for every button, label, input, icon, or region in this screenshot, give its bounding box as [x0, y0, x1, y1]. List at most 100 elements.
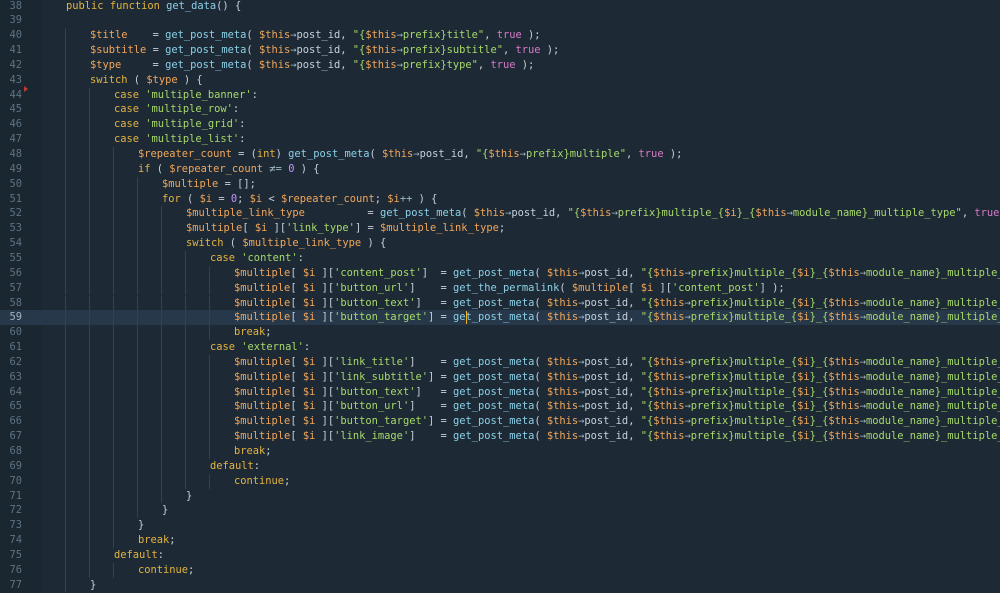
- code-line[interactable]: 69 default:: [0, 458, 1000, 474]
- code-text[interactable]: case 'content':: [210, 251, 304, 266]
- code-text[interactable]: $multiple[ $i ]['link_title'] = get_post…: [234, 355, 1000, 370]
- code-text[interactable]: case 'multiple_list':: [114, 132, 245, 147]
- code-text[interactable]: }: [162, 503, 168, 518]
- code-text[interactable]: switch ( $type ) {: [90, 73, 203, 88]
- code-token: (: [246, 58, 259, 71]
- code-token: get_post_meta: [453, 385, 535, 398]
- line-number: 50: [9, 177, 22, 190]
- code-text[interactable]: switch ( $multiple_link_type ) {: [186, 236, 386, 251]
- code-text[interactable]: default:: [210, 459, 260, 474]
- code-line[interactable]: 50 $multiple = [];: [0, 176, 1000, 192]
- code-text[interactable]: $multiple[ $i ]['content_post'] = get_po…: [234, 266, 1000, 281]
- code-text[interactable]: if ( $repeater_count ≠= 0 ) {: [138, 162, 319, 177]
- code-text[interactable]: case 'multiple_banner':: [114, 88, 258, 103]
- code-line[interactable]: 76 continue;: [0, 562, 1000, 578]
- code-line[interactable]: 67 $multiple[ $i ]['link_image'] = get_po…: [0, 429, 1000, 444]
- code-text[interactable]: $multiple = [];: [162, 177, 256, 192]
- code-line[interactable]: 56 $multiple[ $i ]['content_post'] = get_…: [0, 265, 1000, 281]
- code-text[interactable]: }: [90, 578, 96, 593]
- code-line[interactable]: 59 $multiple[ $i ]['button_target'] = get…: [0, 310, 1000, 326]
- code-line[interactable]: 55 case 'content':: [0, 250, 1000, 266]
- code-text[interactable]: public function get_data() {: [66, 0, 241, 13]
- code-line[interactable]: 75 default:: [0, 547, 1000, 563]
- code-text[interactable]: default:: [114, 548, 164, 563]
- code-token: $this: [653, 296, 685, 309]
- code-line[interactable]: 72}: [0, 503, 1000, 519]
- code-token: module_name}_multiple_cont: [865, 311, 1000, 324]
- code-line[interactable]: 47 case 'multiple_list':: [0, 132, 1000, 147]
- code-token: module_name}_multiple_exte: [865, 355, 1000, 368]
- code-line[interactable]: 41 $subtitle = get_post_meta( $this→post_…: [0, 43, 1000, 58]
- code-text[interactable]: $multiple[ $i ]['button_target'] = get_p…: [234, 414, 1000, 429]
- code-line[interactable]: 57 $multiple[ $i ]['button_url'] = get_th…: [0, 280, 1000, 296]
- code-line[interactable]: 66 $multiple[ $i ]['button_target'] = get…: [0, 414, 1000, 430]
- code-editor[interactable]: 38 public function get_data() {39 40 $title…: [0, 0, 1000, 593]
- code-text[interactable]: $multiple[ $i ]['link_type'] = $multiple…: [186, 221, 505, 236]
- code-text[interactable]: continue;: [234, 474, 290, 489]
- code-text[interactable]: break;: [234, 325, 272, 340]
- code-text[interactable]: case 'multiple_row':: [114, 102, 239, 117]
- code-token: $this: [653, 311, 685, 324]
- code-line[interactable]: 42 $type = get_post_meta( $this→post_id, …: [0, 57, 1000, 73]
- breakpoint-marker-icon[interactable]: [24, 86, 28, 92]
- code-text[interactable]: break;: [234, 444, 272, 459]
- code-line[interactable]: 53 $multiple[ $i ]['link_type'] = $multip…: [0, 221, 1000, 237]
- code-text[interactable]: case 'external':: [210, 340, 310, 355]
- code-text[interactable]: for ( $i = 0; $i < $repeater_count; $i++…: [162, 192, 437, 207]
- code-line[interactable]: 44 case 'multiple_banner':: [0, 87, 1000, 103]
- code-line[interactable]: 54 switch ( $multiple_link_type ) {: [0, 236, 1000, 251]
- indent-guide: [185, 310, 186, 326]
- code-token: = [];: [218, 177, 256, 190]
- code-text[interactable]: }: [186, 489, 192, 504]
- code-text[interactable]: $multiple[ $i ]['button_url'] = get_post…: [234, 399, 1000, 414]
- code-text[interactable]: $multiple[ $i ]['button_text'] = get_pos…: [234, 296, 1000, 311]
- code-text[interactable]: $title = get_post_meta( $this→post_id, "…: [90, 28, 541, 43]
- code-text[interactable]: $multiple[ $i ]['button_url'] = get_the_…: [234, 281, 785, 296]
- code-line[interactable]: 58 $multiple[ $i ]['button_text'] = get_p…: [0, 295, 1000, 311]
- code-line[interactable]: 51 for ( $i = 0; $i < $repeater_count; $i…: [0, 191, 1000, 207]
- code-text[interactable]: $multiple[ $i ]['button_target'] = get_p…: [234, 310, 1000, 325]
- code-line[interactable]: 71}: [0, 488, 1000, 504]
- code-token: $subtitle: [90, 44, 147, 57]
- code-line[interactable]: 65 $multiple[ $i ]['button_url'] = get_po…: [0, 399, 1000, 415]
- code-line[interactable]: 40 $title = get_post_meta( $this→post_id,…: [0, 28, 1000, 44]
- code-token: 'button_url': [334, 281, 410, 294]
- code-token: ,: [340, 29, 353, 42]
- line-number: 65: [9, 400, 22, 413]
- code-line[interactable]: 70 continue;: [0, 473, 1000, 489]
- code-text[interactable]: break;: [138, 533, 176, 548]
- code-token: ] =: [415, 296, 453, 309]
- code-line[interactable]: 49 if ( $repeater_count ≠= 0 ) {: [0, 161, 1000, 177]
- code-text[interactable]: $repeater_count = (int) get_post_meta( $…: [138, 147, 682, 162]
- code-line[interactable]: 38 public function get_data() {: [0, 0, 1000, 13]
- code-text[interactable]: $multiple[ $i ]['link_subtitle'] = get_p…: [234, 370, 1000, 385]
- code-line[interactable]: 39: [0, 13, 1000, 28]
- line-number: 53: [9, 222, 22, 235]
- code-line[interactable]: 64 $multiple[ $i ]['button_text'] = get_p…: [0, 384, 1000, 400]
- code-line[interactable]: 73}: [0, 518, 1000, 534]
- code-text[interactable]: $type = get_post_meta( $this→post_id, "{…: [90, 58, 534, 73]
- code-token: true: [638, 148, 664, 160]
- code-line[interactable]: 77}: [0, 577, 1000, 593]
- code-token: get_post_meta: [288, 148, 370, 160]
- code-token: ] =: [415, 385, 453, 398]
- code-line[interactable]: 48 $repeater_count = (int) get_post_meta(…: [0, 147, 1000, 162]
- code-text[interactable]: $multiple[ $i ]['button_text'] = get_pos…: [234, 385, 1000, 400]
- code-line[interactable]: 52 $multiple_link_type = get_post_meta( $…: [0, 206, 1000, 222]
- code-line[interactable]: 46 case 'multiple_grid':: [0, 117, 1000, 133]
- code-line[interactable]: 68 break;: [0, 444, 1000, 459]
- code-line[interactable]: 62 $multiple[ $i ]['link_title'] = get_po…: [0, 354, 1000, 370]
- code-text[interactable]: case 'multiple_grid':: [114, 117, 245, 132]
- code-text[interactable]: $multiple_link_type = get_post_meta( $th…: [186, 206, 1000, 221]
- code-line[interactable]: 45 case 'multiple_row':: [0, 102, 1000, 118]
- code-line[interactable]: 43 switch ( $type ) {: [0, 72, 1000, 88]
- code-token: post_id: [584, 415, 629, 428]
- code-text[interactable]: }: [138, 518, 144, 533]
- code-text[interactable]: continue;: [138, 563, 194, 578]
- code-line[interactable]: 63 $multiple[ $i ]['link_subtitle'] = get…: [0, 369, 1000, 385]
- code-line[interactable]: 60 break;: [0, 325, 1000, 341]
- code-line[interactable]: 74 break;: [0, 533, 1000, 548]
- code-text[interactable]: $subtitle = get_post_meta( $this→post_id…: [90, 43, 559, 58]
- code-text[interactable]: $multiple[ $i ]['link_image'] = get_post…: [234, 429, 1000, 444]
- code-line[interactable]: 61 case 'external':: [0, 340, 1000, 355]
